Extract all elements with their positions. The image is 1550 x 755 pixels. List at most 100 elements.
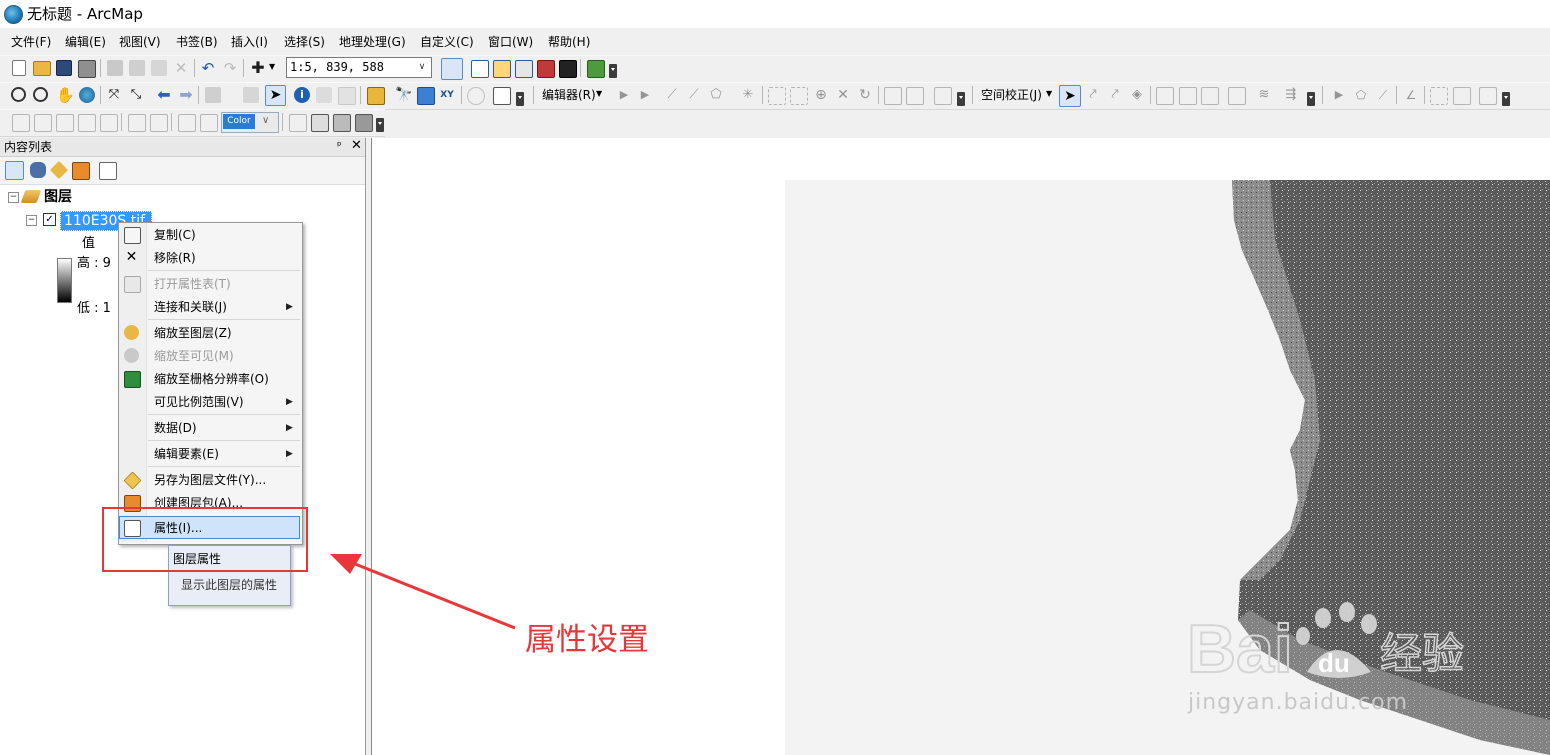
toolbar-grip-icon[interactable]	[1502, 92, 1510, 106]
pin-icon[interactable]: ᵖ	[337, 139, 342, 153]
cut-polygons-icon[interactable]: ⊕	[813, 87, 829, 103]
zoom-in-icon[interactable]	[11, 87, 26, 102]
coverage-tool-icon[interactable]	[34, 114, 52, 132]
paste-icon[interactable]	[151, 60, 167, 76]
coverage-tool-icon[interactable]	[100, 114, 118, 132]
time-slider-icon[interactable]	[467, 87, 485, 105]
context-menu-item-remove[interactable]	[119, 246, 300, 269]
end-point-arc-icon[interactable]: ⟋	[686, 87, 702, 103]
menu-insert[interactable]: 插入(I)	[231, 34, 268, 50]
construct-features-icon[interactable]: ∠	[1403, 87, 1419, 103]
select-features-icon[interactable]	[205, 87, 221, 103]
print-icon[interactable]	[78, 60, 96, 78]
hyperlink-icon[interactable]	[316, 87, 332, 103]
toolbar-grip-icon[interactable]	[609, 64, 617, 78]
list-by-source-icon[interactable]	[30, 162, 46, 178]
reshape-edge-icon[interactable]: ⟋	[1375, 87, 1391, 103]
close-icon[interactable]: ✕	[351, 139, 362, 153]
coverage-tool-icon[interactable]	[178, 114, 196, 132]
new-identity-link-icon[interactable]	[1156, 87, 1174, 105]
validate-topology-icon[interactable]	[1430, 87, 1448, 105]
split-icon[interactable]: ✕	[835, 87, 851, 103]
add-data-icon[interactable]: ✚	[250, 60, 266, 76]
error-inspector-icon[interactable]	[1479, 87, 1497, 105]
reshape-feature-icon[interactable]	[790, 87, 808, 105]
arctoolbox-icon[interactable]	[537, 60, 555, 78]
multiple-link-icon[interactable]: ◈	[1129, 87, 1145, 103]
attribute-transfer-icon[interactable]: ⇶	[1283, 87, 1299, 103]
copy-icon[interactable]	[129, 60, 145, 76]
straight-segment-icon[interactable]: ⟋	[664, 87, 680, 103]
cut-icon[interactable]	[107, 60, 123, 76]
rotate-icon[interactable]: ↻	[857, 87, 873, 103]
options-icon[interactable]	[99, 162, 117, 180]
spatial-adjustment-menu-button[interactable]: 空间校正(J)	[981, 88, 1042, 103]
chevron-down-icon[interactable]: ▼	[1046, 89, 1052, 98]
catalog-icon[interactable]	[493, 60, 511, 78]
menu-edit[interactable]: 编辑(E)	[65, 34, 106, 50]
modify-link-icon[interactable]: ⤤	[1107, 87, 1123, 103]
toolbar-grip-icon[interactable]	[376, 118, 384, 132]
html-popup-icon[interactable]	[338, 87, 356, 105]
coverage-tool-icon[interactable]	[200, 114, 218, 132]
save-icon[interactable]	[56, 60, 72, 76]
clear-selection-icon[interactable]	[243, 87, 259, 103]
search-window-icon[interactable]	[515, 60, 533, 78]
chevron-down-icon[interactable]: ▼	[596, 89, 602, 98]
delete-icon[interactable]: ✕	[173, 60, 189, 76]
model-builder-icon[interactable]	[587, 60, 605, 78]
find-route-icon[interactable]	[417, 87, 435, 105]
table-of-contents-icon[interactable]	[471, 60, 489, 78]
menu-view[interactable]: 视图(V)	[119, 34, 161, 50]
menu-geoprocessing[interactable]: 地理处理(G)	[339, 34, 406, 50]
fixed-zoom-in-icon[interactable]: ⤧	[106, 87, 122, 103]
coverage-tool-icon[interactable]	[56, 114, 74, 132]
collapse-icon[interactable]: −	[8, 192, 19, 203]
chevron-down-icon[interactable]: ∨	[416, 61, 428, 73]
view-link-table-icon[interactable]	[1228, 87, 1246, 105]
coverage-tool-icon[interactable]	[333, 114, 351, 132]
python-icon[interactable]	[559, 60, 577, 78]
layers-root[interactable]: 图层	[44, 188, 72, 206]
redo-icon[interactable]: ↷	[222, 60, 238, 76]
toolbar-grip-icon[interactable]	[1307, 92, 1315, 106]
add-data-dropdown[interactable]: ▼	[269, 62, 275, 71]
context-menu-item-data[interactable]	[119, 416, 300, 439]
menu-bookmarks[interactable]: 书签(B)	[176, 34, 218, 50]
coverage-tool-icon[interactable]	[289, 114, 307, 132]
sketch-properties-icon[interactable]	[906, 87, 924, 105]
viewer-window-icon[interactable]	[493, 87, 511, 105]
point-icon[interactable]: ✳	[740, 87, 756, 103]
toolbar-grip-icon[interactable]	[516, 92, 524, 106]
coverage-tool-icon[interactable]	[78, 114, 96, 132]
find-icon[interactable]: 🔭	[395, 87, 412, 103]
zoom-out-icon[interactable]	[33, 87, 48, 102]
menu-file[interactable]: 文件(F)	[11, 34, 51, 50]
measure-icon[interactable]	[367, 87, 385, 105]
list-by-selection-icon[interactable]	[72, 162, 90, 180]
attributes-icon[interactable]	[884, 87, 902, 105]
identify-icon[interactable]: i	[294, 87, 310, 103]
new-displacement-link-icon[interactable]: ⤤	[1085, 87, 1101, 103]
layer-visibility-checkbox[interactable]: ✓	[43, 213, 56, 226]
select-elements-icon[interactable]: ➤	[1059, 85, 1081, 107]
edit-vertices-icon[interactable]	[768, 87, 786, 105]
modify-edge-icon[interactable]: ⬠	[1353, 87, 1369, 103]
editor-toolbar-icon[interactable]	[441, 58, 463, 80]
list-by-drawing-order-icon[interactable]	[5, 161, 24, 180]
toolbar-grip-icon[interactable]	[957, 92, 965, 106]
new-document-icon[interactable]	[12, 60, 26, 76]
menu-windows[interactable]: 窗口(W)	[488, 34, 533, 50]
menu-help[interactable]: 帮助(H)	[548, 34, 590, 50]
menu-customize[interactable]: 自定义(C)	[420, 34, 474, 50]
edit-tool-icon[interactable]: ▶	[616, 87, 632, 103]
full-extent-icon[interactable]	[79, 87, 95, 103]
menu-selection[interactable]: 选择(S)	[284, 34, 325, 50]
topology-edit-icon[interactable]: ▶	[1331, 87, 1347, 103]
coverage-tool-icon[interactable]	[12, 114, 30, 132]
pan-icon[interactable]: ✋	[56, 87, 75, 103]
collapse-icon[interactable]: −	[26, 215, 37, 226]
context-menu-item-copy[interactable]	[119, 223, 300, 246]
coverage-tool-icon[interactable]	[150, 114, 168, 132]
open-folder-icon[interactable]	[33, 61, 51, 76]
